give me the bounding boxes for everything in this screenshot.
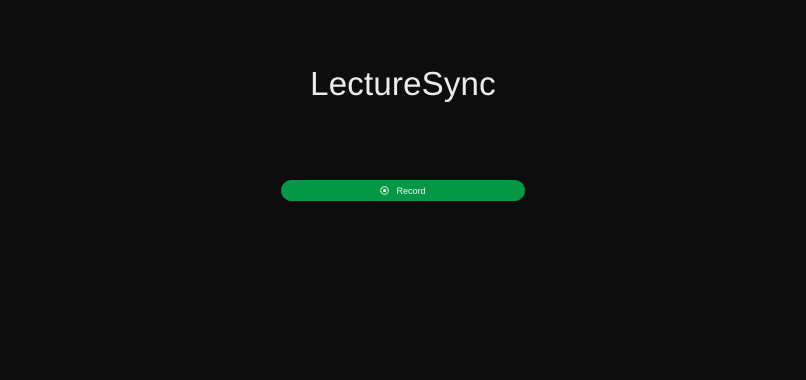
- app-window: LectureSync Record: [0, 0, 806, 380]
- record-circle-icon: [380, 186, 390, 195]
- app-title: LectureSync: [310, 65, 496, 102]
- record-button-label: Record: [396, 185, 426, 196]
- record-button[interactable]: Record: [281, 180, 525, 201]
